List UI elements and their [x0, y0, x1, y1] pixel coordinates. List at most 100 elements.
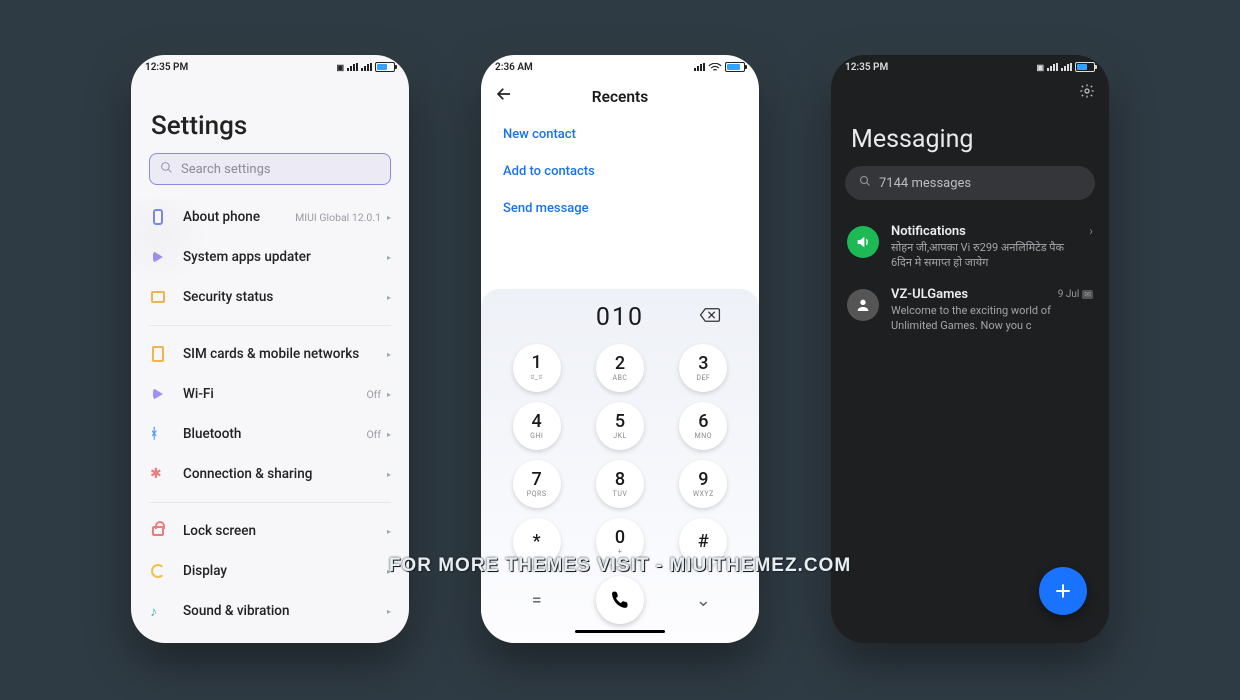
thread-name: Notifications: [891, 224, 966, 239]
settings-row-label: Sound & vibration: [183, 603, 387, 619]
status-indicators: ▣: [336, 62, 395, 72]
dialer-action-link[interactable]: New contact: [481, 116, 759, 153]
thread-preview: Welcome to the exciting world of Unlimit…: [891, 304, 1093, 334]
signal-icon: [1061, 63, 1072, 71]
dialpad-key[interactable]: 7PQRS: [513, 460, 561, 508]
dialer-action-link[interactable]: Add to contacts: [481, 153, 759, 190]
settings-row-label: Security status: [183, 289, 387, 305]
sim-icon: [149, 345, 167, 363]
status-bar: 2:36 AM: [481, 55, 759, 77]
settings-row[interactable]: ᚼ BluetoothOff ▸: [131, 414, 409, 454]
settings-row-value: Off: [366, 428, 381, 441]
thread-name: VZ-ULGames: [891, 287, 968, 302]
settings-row[interactable]: ♪ Sound & vibration▸: [131, 591, 409, 631]
chevron-icon: ▸: [387, 430, 391, 439]
message-thread[interactable]: Notifications सोहन जी,आपका Vi रु299 अनलिम…: [831, 216, 1109, 279]
backspace-button[interactable]: [699, 307, 721, 327]
dialer-title: Recents: [495, 88, 745, 106]
dialpad-key[interactable]: 5JKL: [596, 402, 644, 450]
signal-icon: [347, 63, 358, 71]
chevron-icon: ▸: [387, 213, 391, 222]
chevron-icon: ▸: [387, 607, 391, 616]
speaker-icon: [847, 226, 879, 258]
signal-icon: [1047, 63, 1058, 71]
settings-row-label: About phone: [183, 209, 295, 225]
phone-icon: [149, 208, 167, 226]
dialpad-key[interactable]: 6MNO: [679, 402, 727, 450]
dial-extra-left[interactable]: =: [532, 590, 542, 611]
settings-row[interactable]: SIM cards & mobile networks▸: [131, 334, 409, 374]
home-indicator: [575, 630, 665, 633]
call-button[interactable]: [596, 576, 644, 624]
settings-row[interactable]: Security status▸: [131, 277, 409, 317]
page-title: Settings: [131, 77, 409, 153]
dialer-action-link[interactable]: Send message: [481, 190, 759, 227]
dialpad-key[interactable]: 4GHI: [513, 402, 561, 450]
dialpad-key[interactable]: 2ABC: [596, 344, 644, 392]
chevron-icon: ▸: [387, 293, 391, 302]
dialer-header: Recents: [481, 77, 759, 116]
signal-icon: [361, 63, 372, 71]
chevron-icon: ▸: [387, 470, 391, 479]
settings-row-label: Wi-Fi: [183, 386, 366, 402]
settings-row-value: MIUI Global 12.0.1: [295, 211, 381, 224]
dial-extra-right[interactable]: ⌄: [696, 590, 711, 611]
search-placeholder: Search settings: [181, 162, 271, 177]
settings-row[interactable]: Lock screen▸: [131, 511, 409, 551]
bluetooth-icon: ᚼ: [149, 425, 167, 443]
settings-row-label: System apps updater: [183, 249, 387, 265]
search-input[interactable]: Search settings: [149, 153, 391, 185]
divider: [149, 325, 391, 326]
dialpad: 010 1ಠ_ಠ 2ABC 3DEF 4GHI 5JKL 6MNO 7PQRS 8TUV 9WX…: [481, 289, 759, 643]
settings-row-label: SIM cards & mobile networks: [183, 346, 387, 362]
settings-row-label: Connection & sharing: [183, 466, 387, 482]
signal-icon: [694, 63, 705, 71]
chevron-icon: ▸: [387, 350, 391, 359]
settings-row[interactable]: Wi-FiOff ▸: [131, 374, 409, 414]
chevron-icon: ▸: [387, 253, 391, 262]
sound-icon: ♪: [149, 602, 167, 620]
status-time: 12:35 PM: [145, 62, 188, 73]
dialpad-key[interactable]: 1ಠ_ಠ: [513, 344, 561, 392]
shield-icon: [149, 288, 167, 306]
settings-button[interactable]: [1079, 83, 1095, 103]
dialpad-key[interactable]: 9WXYZ: [679, 460, 727, 508]
watermark-text: FOR MORE THEMES VISIT - MIUITHEMEZ.COM: [0, 555, 1240, 577]
settings-row-label: Lock screen: [183, 523, 387, 539]
wifi-icon: [708, 63, 722, 72]
settings-row-value: Off: [366, 388, 381, 401]
status-indicators: ▣: [1036, 62, 1095, 72]
settings-row[interactable]: ✱ Connection & sharing▸: [131, 454, 409, 494]
search-icon: [859, 175, 871, 191]
settings-row[interactable]: About phoneMIUI Global 12.0.1 ▸: [131, 197, 409, 237]
status-bar: 12:35 PM ▣: [831, 55, 1109, 77]
dialpad-key[interactable]: 8TUV: [596, 460, 644, 508]
status-time: 12:35 PM: [845, 62, 888, 73]
person-icon: [847, 289, 879, 321]
battery-icon: [725, 62, 745, 72]
battery-icon: [375, 62, 395, 72]
apps-icon: [149, 248, 167, 266]
message-thread[interactable]: VZ-ULGames 9 Jul ✉ Welcome to the exciting…: [831, 279, 1109, 342]
status-indicators: [694, 62, 745, 72]
dialpad-key[interactable]: 3DEF: [679, 344, 727, 392]
divider: [149, 502, 391, 503]
dialed-number: 010: [495, 299, 745, 344]
thread-preview: सोहन जी,आपका Vi रु299 अनलिमिटेड पैक 6दिन…: [891, 241, 1073, 271]
page-title: Messaging: [831, 103, 1109, 166]
search-icon: [160, 161, 173, 178]
search-input[interactable]: 7144 messages: [845, 166, 1095, 200]
chevron-right-icon: ›: [1089, 224, 1093, 271]
chevron-icon: ▸: [387, 527, 391, 536]
lock-icon: [149, 522, 167, 540]
status-bar: 12:35 PM ▣: [131, 55, 409, 77]
search-text: 7144 messages: [879, 176, 971, 191]
chevron-icon: ▸: [387, 390, 391, 399]
battery-icon: [1075, 62, 1095, 72]
wifi-icon: [149, 385, 167, 403]
settings-row-label: Bluetooth: [183, 426, 366, 442]
status-time: 2:36 AM: [495, 62, 533, 73]
link-icon: ✱: [149, 465, 167, 483]
settings-row[interactable]: System apps updater▸: [131, 237, 409, 277]
thread-date: 9 Jul ✉: [1058, 289, 1093, 300]
